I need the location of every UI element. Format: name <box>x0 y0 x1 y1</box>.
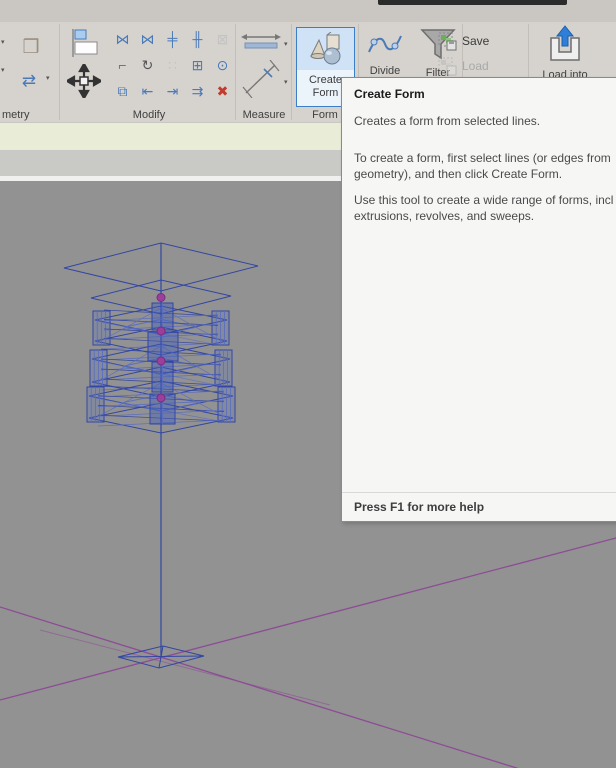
save-button[interactable]: Save <box>438 30 522 52</box>
offset-icon[interactable]: ⌐ <box>110 52 135 78</box>
measure-between-button[interactable] <box>240 58 282 100</box>
chevron-down-icon[interactable]: ▾ <box>1 66 5 74</box>
panel-separator <box>291 24 292 120</box>
load-into-button[interactable]: Load into <box>536 24 594 81</box>
panel-separator <box>59 24 60 120</box>
move-icon <box>67 64 101 98</box>
save-icon <box>438 32 457 50</box>
align-icon <box>72 29 98 57</box>
chevron-down-icon[interactable]: ▾ <box>46 74 50 82</box>
tooltip-line: Creates a form from selected lines. <box>354 114 541 128</box>
measure-aligned-button[interactable] <box>240 28 282 54</box>
divide-icon <box>368 35 402 53</box>
tooltip-line: To create a form, first select lines (or… <box>354 151 611 165</box>
tooltip-footer: Press F1 for more help <box>342 492 616 521</box>
panel-label-geometry: metry <box>2 109 30 121</box>
array-icon: ∷ <box>168 56 177 73</box>
tooltip-title: Create Form <box>354 87 425 101</box>
create-form-tooltip: Create Form Creates a form from selected… <box>341 77 616 522</box>
load-into-project-icon <box>550 25 580 61</box>
chevron-down-icon[interactable]: ▾ <box>284 40 288 48</box>
tooltip-line: geometry), and then click Create Form. <box>354 167 563 181</box>
panel-label-measure: Measure <box>242 109 286 121</box>
tooltip-line: Use this tool to create a wide range of … <box>354 193 614 207</box>
load-label: Load <box>462 59 489 73</box>
chevron-down-icon[interactable]: ▾ <box>284 78 288 86</box>
delete-icon[interactable]: ✖ <box>210 78 235 104</box>
transfer-icon: ⇄ <box>21 70 37 90</box>
cut-geometry-button[interactable]: ❒ <box>16 32 46 62</box>
chevron-down-icon[interactable]: ▾ <box>1 38 5 46</box>
divide-label: Divide <box>369 65 401 77</box>
panel-label-modify: Modify <box>132 109 166 121</box>
revit-window: ▾ ▾ ❒ ⇄ ▾ metry ⋈ ⋈ ╪ ╫ ⊠ ⌐ ↻ ∷ ⊞ ⊙ ⧉ ⇤ … <box>0 0 616 768</box>
unjoin-icon: ⊠ <box>216 30 229 47</box>
load-icon <box>438 57 457 75</box>
copy-icon[interactable]: ⧉ <box>110 78 135 104</box>
move-button[interactable] <box>66 60 102 102</box>
scale-icon[interactable]: ⊞ <box>185 52 210 78</box>
split-with-gap-icon[interactable]: ╫ <box>185 26 210 52</box>
divide-button[interactable]: Divide <box>362 28 408 77</box>
measure-diagonal-icon <box>242 60 280 98</box>
load-button: Load <box>438 55 522 77</box>
rotate-icon[interactable]: ↻ <box>135 52 160 78</box>
cut-geometry-icon: ❒ <box>22 36 40 58</box>
window-top-bar <box>378 0 567 5</box>
pin-icon[interactable]: ⊙ <box>210 52 235 78</box>
mirror-pick-axis-icon[interactable]: ⋈ <box>110 26 135 52</box>
trim-extend-corner-icon[interactable]: ⇤ <box>135 78 160 104</box>
create-form-icon-area <box>297 28 354 70</box>
mirror-draw-axis-icon[interactable]: ⋈ <box>135 26 160 52</box>
save-label: Save <box>462 34 490 48</box>
measure-horizontal-icon <box>241 34 281 49</box>
modify-tool-grid: ⋈ ⋈ ╪ ╫ ⊠ ⌐ ↻ ∷ ⊞ ⊙ ⧉ ⇤ ⇥ ⇉ ✖ <box>110 26 236 106</box>
trim-extend-multiple-icon[interactable]: ⇉ <box>185 78 210 104</box>
tooltip-line: extrusions, revolves, and sweeps. <box>354 209 535 223</box>
split-element-icon[interactable]: ╪ <box>160 26 185 52</box>
align-button[interactable] <box>66 26 102 60</box>
create-form-icon <box>309 32 340 65</box>
trim-extend-single-icon[interactable]: ⇥ <box>160 78 185 104</box>
transfer-button[interactable]: ⇄ <box>14 66 44 94</box>
